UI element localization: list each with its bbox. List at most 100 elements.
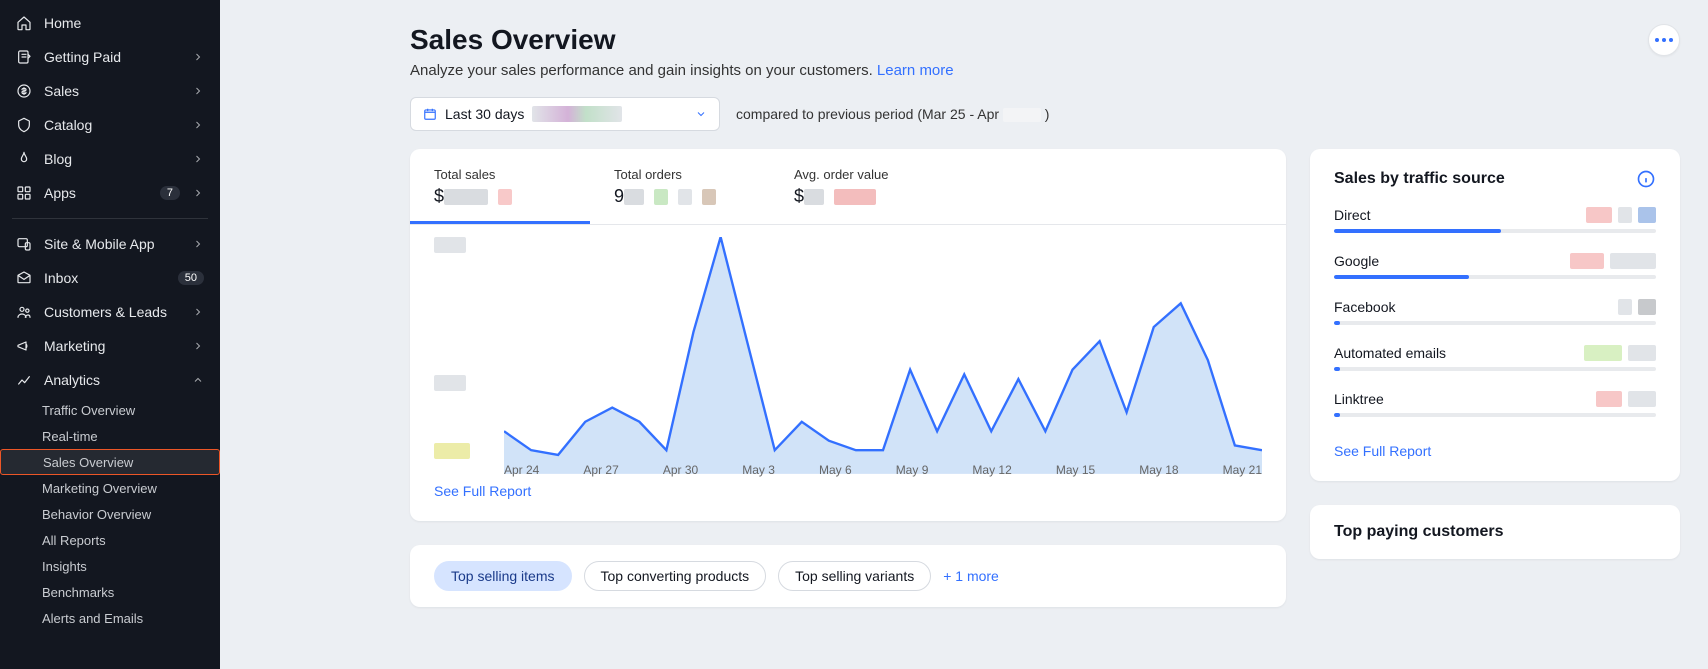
sidebar-item-apps[interactable]: Apps 7 bbox=[8, 176, 212, 210]
sales-chart: Apr 24Apr 27Apr 30May 3May 6May 9May 12M… bbox=[434, 237, 1262, 477]
sidebar-item-label: Home bbox=[44, 15, 204, 31]
sidebar-sub-insights[interactable]: Insights bbox=[0, 553, 220, 579]
traffic-row-automated-emails: Automated emails bbox=[1334, 345, 1656, 371]
metric-label: Avg. order value bbox=[794, 167, 926, 182]
redacted-chip bbox=[654, 189, 668, 205]
sidebar-item-label: Catalog bbox=[44, 117, 180, 133]
sidebar-item-label: Apps bbox=[44, 185, 148, 201]
sidebar-sub-marketing-overview[interactable]: Marketing Overview bbox=[0, 475, 220, 501]
sidebar-item-label: Blog bbox=[44, 151, 180, 167]
traffic-card-title: Sales by traffic source bbox=[1334, 170, 1505, 188]
redacted-chip bbox=[1628, 391, 1656, 407]
metric-tab-total-orders[interactable]: Total orders 9 bbox=[590, 165, 770, 224]
sidebar-item-home[interactable]: Home bbox=[8, 6, 212, 40]
x-tick: May 12 bbox=[972, 463, 1011, 477]
sidebar-item-getting-paid[interactable]: Getting Paid bbox=[8, 40, 212, 74]
blog-icon bbox=[16, 151, 32, 167]
metric-tab-avg-order-value[interactable]: Avg. order value $ bbox=[770, 165, 950, 224]
more-actions-button[interactable] bbox=[1648, 24, 1680, 56]
redacted-chip bbox=[702, 189, 716, 205]
sidebar-sub-alerts-and-emails[interactable]: Alerts and Emails bbox=[0, 605, 220, 631]
traffic-source-name: Automated emails bbox=[1334, 345, 1446, 361]
info-icon[interactable] bbox=[1636, 169, 1656, 189]
home-icon bbox=[16, 15, 32, 31]
traffic-row-linktree: Linktree bbox=[1334, 391, 1656, 417]
pill-top-selling-variants[interactable]: Top selling variants bbox=[778, 561, 931, 591]
x-tick: May 18 bbox=[1139, 463, 1178, 477]
catalog-icon bbox=[16, 117, 32, 133]
metric-value: 9 bbox=[614, 186, 644, 207]
sidebar-badge: 7 bbox=[160, 186, 180, 200]
top-products-card: Top selling items Top converting products… bbox=[410, 545, 1286, 607]
metric-label: Total orders bbox=[614, 167, 746, 182]
sidebar-item-inbox[interactable]: Inbox50 bbox=[8, 261, 212, 295]
metric-value: $ bbox=[794, 186, 824, 207]
traffic-progress bbox=[1334, 367, 1656, 371]
metric-label: Total sales bbox=[434, 167, 566, 182]
compare-pre: compared to previous period (Mar 25 - Ap… bbox=[736, 106, 999, 122]
sidebar-item-analytics[interactable]: Analytics bbox=[8, 363, 212, 397]
sales-chart-card: Total sales$Total orders9Avg. order valu… bbox=[410, 149, 1286, 521]
see-full-report-link[interactable]: See Full Report bbox=[434, 483, 531, 499]
pill-top-converting-products[interactable]: Top converting products bbox=[584, 561, 767, 591]
page-subtitle-text: Analyze your sales performance and gain … bbox=[410, 62, 877, 79]
redacted-chip bbox=[678, 189, 692, 205]
page-title: Sales Overview bbox=[410, 24, 954, 56]
redacted-chip bbox=[1618, 207, 1632, 223]
x-tick: May 21 bbox=[1223, 463, 1262, 477]
top-paying-customers-card: Top paying customers bbox=[1310, 505, 1680, 559]
sidebar-item-blog[interactable]: Blog bbox=[8, 142, 212, 176]
traffic-progress bbox=[1334, 275, 1656, 279]
redacted-chip bbox=[1618, 299, 1632, 315]
site-icon bbox=[16, 236, 32, 252]
pill-top-selling-items[interactable]: Top selling items bbox=[434, 561, 572, 591]
x-tick: May 3 bbox=[742, 463, 775, 477]
learn-more-link[interactable]: Learn more bbox=[877, 62, 954, 79]
sidebar-item-sales[interactable]: Sales bbox=[8, 74, 212, 108]
chart-x-labels: Apr 24Apr 27Apr 30May 3May 6May 9May 12M… bbox=[504, 463, 1262, 477]
metric-tab-total-sales[interactable]: Total sales$ bbox=[410, 165, 590, 224]
traffic-row-facebook: Facebook bbox=[1334, 299, 1656, 325]
redacted-compare-date bbox=[1003, 108, 1041, 122]
customers-icon bbox=[16, 304, 32, 320]
traffic-source-name: Direct bbox=[1334, 207, 1371, 223]
traffic-source-name: Linktree bbox=[1334, 391, 1384, 407]
sidebar-item-customers-leads[interactable]: Customers & Leads bbox=[8, 295, 212, 329]
sidebar-item-label: Inbox bbox=[44, 270, 166, 286]
pills-more-link[interactable]: + 1 more bbox=[943, 568, 999, 584]
x-tick: May 6 bbox=[819, 463, 852, 477]
redacted-chip bbox=[1586, 207, 1612, 223]
x-tick: Apr 30 bbox=[663, 463, 698, 477]
apps-icon bbox=[16, 185, 32, 201]
paid-icon bbox=[16, 49, 32, 65]
sidebar-item-site-mobile-app[interactable]: Site & Mobile App bbox=[8, 227, 212, 261]
compare-period-text: compared to previous period (Mar 25 - Ap… bbox=[736, 106, 1049, 122]
sidebar-sub-all-reports[interactable]: All Reports bbox=[0, 527, 220, 553]
redacted-chip bbox=[1638, 207, 1656, 223]
redacted-value bbox=[444, 189, 488, 205]
main-content: Sales Overview Analyze your sales perfor… bbox=[220, 0, 1708, 669]
sidebar-sub-real-time[interactable]: Real-time bbox=[0, 423, 220, 449]
redacted-chip bbox=[1610, 253, 1656, 269]
sidebar-item-label: Sales bbox=[44, 83, 180, 99]
traffic-progress bbox=[1334, 413, 1656, 417]
sidebar-item-label: Analytics bbox=[44, 372, 180, 388]
chart-y-labels bbox=[434, 237, 494, 477]
sidebar-item-label: Marketing bbox=[44, 338, 180, 354]
sidebar-sub-traffic-overview[interactable]: Traffic Overview bbox=[0, 397, 220, 423]
sidebar-divider bbox=[12, 218, 208, 219]
calendar-icon bbox=[423, 107, 437, 121]
traffic-source-name: Google bbox=[1334, 253, 1379, 269]
chart-svg bbox=[504, 237, 1262, 474]
sidebar-item-marketing[interactable]: Marketing bbox=[8, 329, 212, 363]
sidebar-item-catalog[interactable]: Catalog bbox=[8, 108, 212, 142]
redacted-y-tick bbox=[434, 443, 470, 459]
date-range-label: Last 30 days bbox=[445, 106, 524, 122]
sidebar-sub-benchmarks[interactable]: Benchmarks bbox=[0, 579, 220, 605]
traffic-progress bbox=[1334, 321, 1656, 325]
date-range-picker[interactable]: Last 30 days bbox=[410, 97, 720, 131]
sidebar-sub-behavior-overview[interactable]: Behavior Overview bbox=[0, 501, 220, 527]
sidebar-sub-sales-overview[interactable]: Sales Overview bbox=[0, 449, 220, 475]
redacted-chip bbox=[1628, 345, 1656, 361]
traffic-see-full-report-link[interactable]: See Full Report bbox=[1334, 443, 1431, 459]
